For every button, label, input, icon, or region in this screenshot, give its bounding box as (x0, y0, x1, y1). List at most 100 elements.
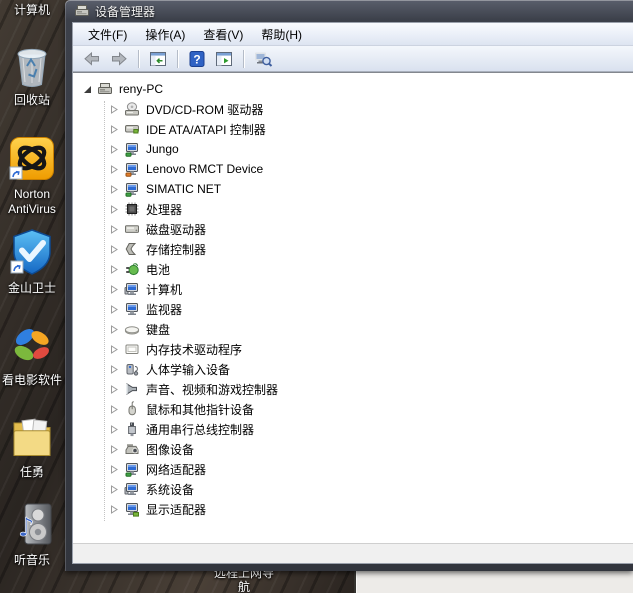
tree-item-keyboards[interactable]: 键盘 (82, 319, 633, 339)
tree-item-simatic-net[interactable]: SIMATIC NET (82, 179, 633, 199)
expand-arrow-icon[interactable] (109, 505, 119, 514)
expand-arrow-icon[interactable] (109, 325, 119, 334)
desktop-icon-norton-antivirus[interactable]: Norton AntiVirus (0, 136, 64, 217)
tree-item-hid-devices[interactable]: 人体学输入设备 (82, 359, 633, 379)
expand-arrow-icon[interactable] (109, 465, 119, 474)
desktop-icon-recycle-bin[interactable]: 回收站 (0, 42, 64, 108)
expand-arrow-icon[interactable] (109, 405, 119, 414)
expand-arrow-icon[interactable] (109, 185, 119, 194)
menu-help[interactable]: 帮助(H) (252, 23, 311, 46)
tree-item-disk-drives[interactable]: 磁盘驱动器 (82, 219, 633, 239)
butterfly-icon (0, 326, 64, 371)
tree-item-label: 网络适配器 (146, 461, 206, 478)
computer-monitor-icon (124, 481, 141, 497)
tree-item-label: 系统设备 (146, 481, 194, 498)
collapse-arrow-icon[interactable] (82, 85, 92, 94)
expand-arrow-icon[interactable] (109, 305, 119, 314)
tree-item-system-devices[interactable]: 系统设备 (82, 479, 633, 499)
tree-item-label: 磁盘驱动器 (146, 221, 206, 238)
expand-arrow-icon[interactable] (109, 145, 119, 154)
tree-item-dvd-drives[interactable]: DVD/CD-ROM 驱动器 (82, 99, 633, 119)
toolbar-separator (138, 50, 139, 68)
ide-controller-icon (124, 121, 141, 137)
expand-arrow-icon[interactable] (109, 225, 119, 234)
tree-item-usb-controllers[interactable]: 通用串行总线控制器 (82, 419, 633, 439)
monitor-icon (124, 301, 141, 317)
help-icon[interactable]: ? (185, 48, 209, 70)
tree-item-ide-controllers[interactable]: IDE ATA/ATAPI 控制器 (82, 119, 633, 139)
action-pane-icon[interactable] (212, 48, 236, 70)
expand-arrow-icon[interactable] (109, 445, 119, 454)
expand-arrow-icon[interactable] (109, 125, 119, 134)
computer-monitor-icon (124, 281, 141, 297)
network-device-icon (124, 141, 141, 157)
tree-item-label: DVD/CD-ROM 驱动器 (146, 101, 263, 118)
forward-icon[interactable] (107, 48, 131, 70)
device-manager-window: 设备管理器 文件(F)操作(A)查看(V)帮助(H) ? reny-PC DVD/… (65, 0, 633, 571)
expand-arrow-icon[interactable] (109, 105, 119, 114)
expand-arrow-icon[interactable] (109, 365, 119, 374)
tree-item-computer[interactable]: 计算机 (82, 279, 633, 299)
tree-item-reny-pc[interactable]: reny-PC (82, 79, 633, 99)
tree-item-processors[interactable]: 处理器 (82, 199, 633, 219)
tree-item-memory-tech-drivers[interactable]: 内存技术驱动程序 (82, 339, 633, 359)
desktop-icon-computer[interactable]: 计算机 (0, 3, 64, 18)
tree-item-label: 图像设备 (146, 441, 194, 458)
menu-action[interactable]: 操作(A) (136, 23, 194, 46)
background-window-fragment[interactable] (354, 570, 633, 593)
expand-arrow-icon[interactable] (109, 485, 119, 494)
desktop-icon-label: 计算机 (0, 3, 64, 18)
tree-item-mice-devices[interactable]: 鼠标和其他指针设备 (82, 399, 633, 419)
expand-arrow-icon[interactable] (109, 245, 119, 254)
tree-item-display-adapters[interactable]: 显示适配器 (82, 499, 633, 519)
device-manager-icon (74, 3, 90, 19)
status-bar (73, 543, 633, 563)
menu-view[interactable]: 查看(V) (194, 23, 252, 46)
tree-item-sound-controllers[interactable]: 声音、视频和游戏控制器 (82, 379, 633, 399)
toolbar-separator (243, 50, 244, 68)
desktop-icon-label: 看电影软件 (0, 373, 64, 388)
tree-item-monitors[interactable]: 监视器 (82, 299, 633, 319)
desktop-icon-label: 回收站 (0, 93, 64, 108)
window-title: 设备管理器 (95, 3, 155, 20)
menu-file[interactable]: 文件(F) (79, 23, 136, 46)
dvd-drive-icon (124, 101, 141, 117)
expand-arrow-icon[interactable] (109, 345, 119, 354)
tree-item-imaging-devices[interactable]: 图像设备 (82, 439, 633, 459)
recycle-bin-icon (0, 42, 64, 91)
desktop-icon-movie-software[interactable]: 看电影软件 (0, 326, 64, 388)
expand-arrow-icon[interactable] (109, 285, 119, 294)
svg-text:?: ? (193, 52, 200, 66)
shield-shortcut-icon (0, 228, 64, 279)
network-device-icon (124, 181, 141, 197)
expand-arrow-icon[interactable] (109, 165, 119, 174)
mouse-icon (124, 401, 141, 417)
tree-item-label: SIMATIC NET (146, 182, 221, 196)
desktop-icon-music[interactable]: ♪听音乐 (0, 500, 64, 568)
desktop-icon-label: 金山卫士 (0, 281, 64, 296)
back-icon[interactable] (80, 48, 104, 70)
expand-arrow-icon[interactable] (109, 385, 119, 394)
tree-item-label: 计算机 (146, 281, 182, 298)
tree-item-label: 电池 (146, 261, 170, 278)
console-tree-icon[interactable] (146, 48, 170, 70)
title-bar[interactable]: 设备管理器 (65, 0, 633, 22)
tree-item-label: 声音、视频和游戏控制器 (146, 381, 278, 398)
tree-item-batteries[interactable]: 电池 (82, 259, 633, 279)
desktop-icon-kingsoft-guard[interactable]: 金山卫士 (0, 228, 64, 296)
tree-item-label: 存储控制器 (146, 241, 206, 258)
menu-bar: 文件(F)操作(A)查看(V)帮助(H) (73, 23, 633, 46)
tree-item-jungo[interactable]: Jungo (82, 139, 633, 159)
tree-item-network-adapters[interactable]: 网络适配器 (82, 459, 633, 479)
processor-chip-icon (124, 201, 141, 217)
tree-item-label: Jungo (146, 142, 179, 156)
expand-arrow-icon[interactable] (109, 205, 119, 214)
expand-arrow-icon[interactable] (109, 425, 119, 434)
desktop-icon-folder-renyong[interactable]: 任勇 (0, 414, 64, 480)
tree-item-lenovo-rmct[interactable]: Lenovo RMCT Device (82, 159, 633, 179)
scan-hardware-icon[interactable] (251, 48, 275, 70)
imaging-device-icon (124, 441, 141, 457)
tree-item-storage-controllers[interactable]: 存储控制器 (82, 239, 633, 259)
network-device-icon (124, 461, 141, 477)
expand-arrow-icon[interactable] (109, 265, 119, 274)
